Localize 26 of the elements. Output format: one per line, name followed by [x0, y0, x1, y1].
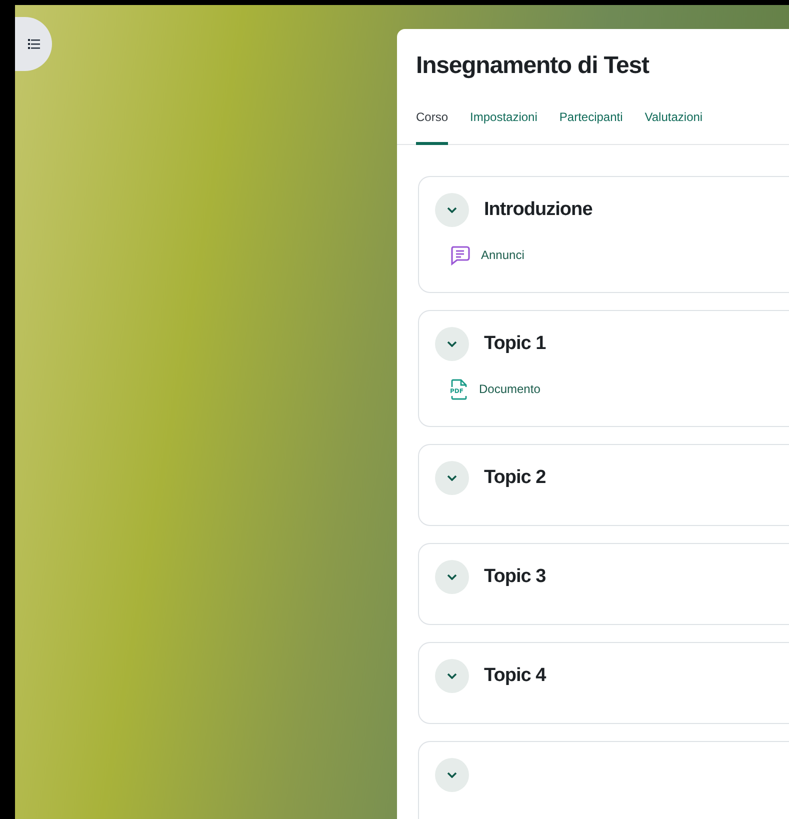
course-tab[interactable]: Valutazioni — [644, 104, 703, 145]
course-tab[interactable]: Impostazioni — [470, 104, 538, 145]
section-title: Topic 2 — [484, 466, 546, 490]
list-icon — [28, 39, 40, 49]
chevron-down-icon — [447, 207, 457, 213]
chat-icon — [449, 244, 471, 266]
course-title: Insegnamento di Test — [416, 51, 650, 81]
chevron-down-icon — [447, 475, 457, 481]
chevron-down-icon — [447, 341, 457, 347]
collapse-toggle[interactable] — [435, 758, 469, 792]
section-title: Introduzione — [484, 198, 592, 222]
activity-link[interactable]: Annunci — [481, 246, 524, 264]
section-title: Topic 3 — [484, 564, 546, 589]
chevron-down-icon — [447, 574, 457, 580]
chevron-down-icon — [447, 772, 457, 778]
section-title: Topic 4 — [484, 664, 546, 688]
collapse-toggle[interactable] — [435, 193, 469, 227]
section-title: Topic 1 — [484, 332, 546, 356]
activity-link[interactable]: Documento — [479, 380, 540, 398]
chevron-down-icon — [447, 673, 457, 679]
course-tab[interactable]: Partecipanti — [559, 104, 623, 145]
collapse-toggle[interactable] — [435, 659, 469, 693]
course-tab[interactable]: Corso — [416, 104, 448, 145]
collapse-toggle[interactable] — [435, 461, 469, 495]
collapse-toggle[interactable] — [435, 560, 469, 594]
collapse-toggle[interactable] — [435, 327, 469, 361]
